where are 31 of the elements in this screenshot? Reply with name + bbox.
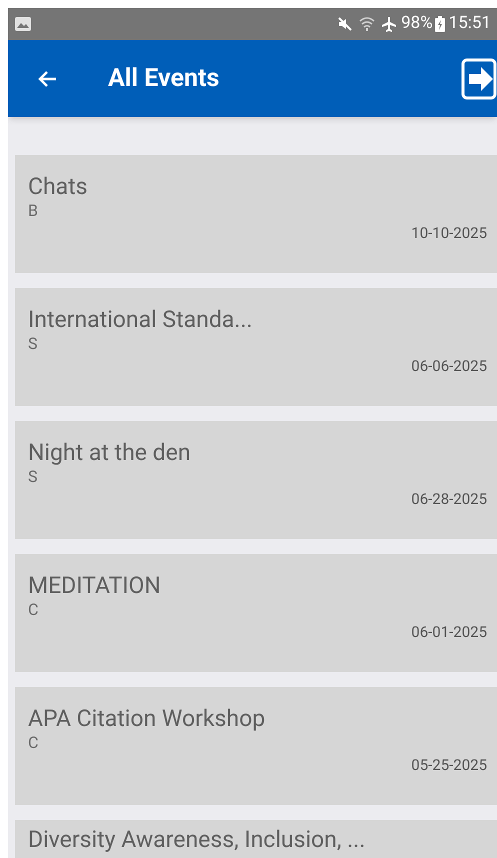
event-date: 06-28-2025 (411, 489, 487, 509)
event-card[interactable]: APA Citation Workshop C 05-25-2025 (15, 687, 497, 805)
event-subtitle: C (28, 733, 40, 753)
event-date: 05-25-2025 (411, 755, 487, 775)
event-title: Night at the den (28, 439, 192, 467)
event-card[interactable]: Chats B 10-10-2025 (15, 155, 497, 273)
image-icon (14, 16, 32, 32)
logout-icon (461, 58, 497, 100)
airplane-icon (381, 16, 398, 32)
wifi-icon (359, 16, 376, 32)
event-title: International Standa... (28, 306, 254, 334)
clock-time: 15:51 (448, 12, 491, 36)
event-card[interactable]: Diversity Awareness, Inclusion, ... (15, 820, 497, 858)
event-title: APA Citation Workshop (28, 705, 266, 733)
event-subtitle: B (28, 201, 39, 221)
mute-icon (337, 16, 354, 32)
event-title: Chats (28, 173, 89, 201)
event-title: MEDITATION (28, 572, 162, 600)
event-date: 10-10-2025 (411, 223, 487, 243)
event-card[interactable]: MEDITATION C 06-01-2025 (15, 554, 497, 672)
battery-icon (434, 16, 445, 32)
event-title: Diversity Awareness, Inclusion, ... (28, 826, 366, 854)
event-date: 06-06-2025 (411, 356, 487, 376)
battery-percentage: 98% (401, 12, 433, 36)
event-subtitle: S (28, 334, 38, 354)
event-subtitle: C (28, 600, 40, 620)
event-card[interactable]: International Standa... S 06-06-2025 (15, 288, 497, 406)
event-subtitle: S (28, 467, 38, 487)
event-card[interactable]: Night at the den S 06-28-2025 (15, 421, 497, 539)
screen-title: All Events (108, 62, 220, 95)
event-date: 06-01-2025 (411, 622, 487, 642)
